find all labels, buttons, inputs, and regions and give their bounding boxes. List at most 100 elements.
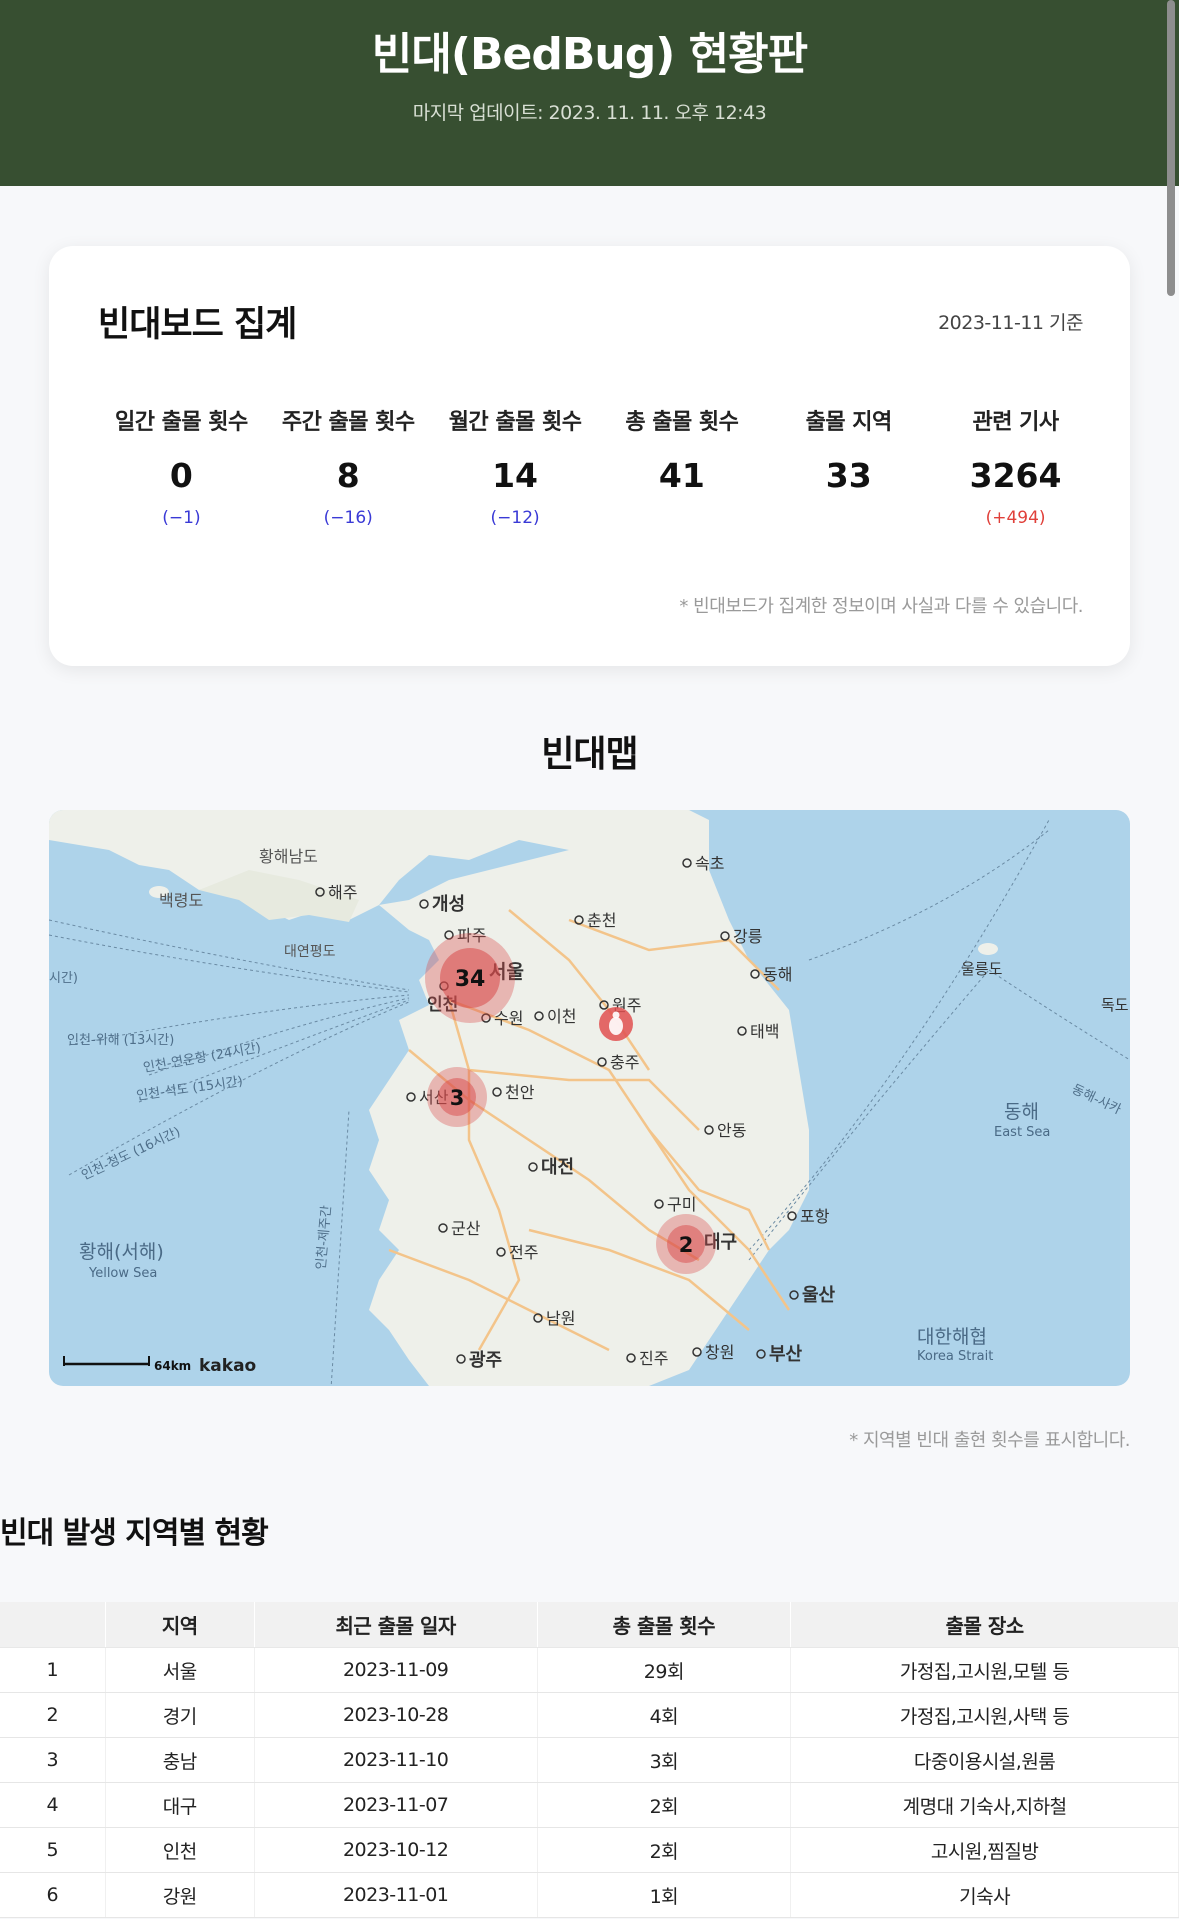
cell-date: 2023-10-12 — [254, 1827, 538, 1873]
stat-label: 총 출몰 횟수 — [625, 410, 739, 435]
cell-place: 기숙사 — [790, 1872, 1179, 1918]
page-header: 빈대(BedBug) 현황판 마지막 업데이트: 2023. 11. 11. 오… — [0, 0, 1179, 186]
svg-text:속초: 속초 — [695, 854, 724, 873]
stat-change — [765, 508, 932, 532]
stat-monthly: 월간 출몰 횟수 14 (−12) — [432, 404, 599, 532]
label-yellow-sea-en: Yellow Sea — [88, 1266, 157, 1281]
cell-index: 2 — [0, 1692, 106, 1738]
label-yellow-sea: 황해(서해) — [79, 1241, 164, 1263]
route-label: 시간) — [49, 971, 78, 986]
stat-label: 관련 기사 — [972, 410, 1059, 435]
board-basis-date: 2023-11-11 기준 — [938, 312, 1083, 334]
stat-articles: 관련 기사 3264 (+494) — [932, 404, 1099, 532]
cell-index: 5 — [0, 1827, 106, 1873]
svg-text:울산: 울산 — [802, 1285, 836, 1306]
cell-place: 계명대 기숙사,지하철 — [790, 1782, 1179, 1828]
stat-label: 일간 출몰 횟수 — [115, 410, 248, 435]
route-label: 인천-위해 (13시간) — [67, 1033, 174, 1048]
cluster-seoul[interactable]: 34 — [425, 933, 515, 1023]
svg-text:이천: 이천 — [547, 1007, 576, 1026]
table-row[interactable]: 2 경기 2023-10-28 4회 가정집,고시원,사택 등 — [0, 1692, 1179, 1738]
stat-label: 출몰 지역 — [805, 410, 893, 435]
summary-card: 빈대보드 집계 2023-11-11 기준 일간 출몰 횟수 0 (−1) 주간… — [49, 246, 1130, 666]
cell-place: 가정집,고시원,모텔 등 — [790, 1647, 1179, 1693]
cell-index: 4 — [0, 1782, 106, 1828]
svg-text:울릉도: 울릉도 — [961, 960, 1003, 978]
cell-region: 충남 — [105, 1737, 255, 1783]
col-header-region[interactable]: 지역 — [105, 1602, 255, 1648]
cell-region: 서울 — [105, 1647, 255, 1693]
label-daeyeonpyeong: 대연평도 — [284, 944, 336, 960]
label-hwanghae: 황해남도 — [259, 847, 318, 866]
col-header-index[interactable] — [0, 1602, 106, 1648]
label-east-sea-en: East Sea — [994, 1125, 1050, 1140]
svg-text:강릉: 강릉 — [733, 927, 762, 946]
map-section-title: 빈대맵 — [541, 734, 638, 775]
label-east-sea: 동해 — [1004, 1101, 1039, 1123]
route-label: 인천-석도 (15시간) — [135, 1074, 243, 1104]
cluster-count: 34 — [455, 967, 486, 992]
col-header-count[interactable]: 총 출몰 횟수 — [537, 1602, 792, 1648]
svg-text:독도: 독도 — [1101, 996, 1129, 1014]
svg-text:대전: 대전 — [541, 1157, 574, 1178]
route-label: 동해-사카 — [1069, 1082, 1123, 1118]
region-table: 지역 최근 출몰 일자 총 출몰 횟수 출몰 장소 1 서울 2023-11-0… — [0, 1602, 1179, 1918]
cell-index: 3 — [0, 1737, 106, 1783]
cell-region: 인천 — [105, 1827, 255, 1873]
stat-value: 3264 — [969, 456, 1062, 495]
svg-text:군산: 군산 — [451, 1219, 481, 1238]
svg-text:진주: 진주 — [639, 1349, 668, 1368]
svg-text:남원: 남원 — [546, 1309, 575, 1328]
cell-count: 2회 — [537, 1827, 792, 1873]
cell-count: 2회 — [537, 1782, 792, 1828]
svg-text:충주: 충주 — [610, 1053, 639, 1072]
table-row[interactable]: 3 충남 2023-11-10 3회 다중이용시설,원룸 — [0, 1737, 1179, 1783]
cluster-seosan[interactable]: 3 — [427, 1067, 487, 1127]
stat-value: 0 — [169, 456, 193, 495]
cell-place: 가정집,고시원,사택 등 — [790, 1692, 1179, 1738]
map-note: * 지역별 빈대 출현 횟수를 표시합니다. — [849, 1430, 1130, 1451]
stat-total: 총 출몰 횟수 41 — [598, 404, 765, 532]
cell-date: 2023-10-28 — [254, 1692, 538, 1738]
stat-change: (+494) — [985, 508, 1046, 528]
table-row[interactable]: 1 서울 2023-11-09 29회 가정집,고시원,모텔 등 — [0, 1647, 1179, 1693]
table-row[interactable]: 4 대구 2023-11-07 2회 계명대 기숙사,지하철 — [0, 1782, 1179, 1828]
table-header-row: 지역 최근 출몰 일자 총 출몰 횟수 출몰 장소 — [0, 1602, 1179, 1648]
bedbug-map[interactable]: 황해남도 백령도 대연평도 황해(서해) Yellow Sea 동해 East … — [49, 810, 1130, 1386]
svg-text:전주: 전주 — [509, 1243, 538, 1262]
cluster-daegu[interactable]: 2 — [656, 1214, 716, 1274]
table-row[interactable]: 5 인천 2023-10-12 2회 고시원,찜질방 — [0, 1827, 1179, 1873]
svg-text:광주: 광주 — [469, 1350, 502, 1371]
label-baengnyeong: 백령도 — [159, 891, 203, 910]
region-table-title: 빈대 발생 지역별 현황 — [0, 1516, 269, 1551]
cell-date: 2023-11-10 — [254, 1737, 538, 1783]
svg-text:개성: 개성 — [432, 894, 465, 915]
cluster-count: 3 — [450, 1086, 465, 1110]
svg-text:해주: 해주 — [328, 883, 357, 902]
cell-date: 2023-11-01 — [254, 1872, 538, 1918]
cell-index: 1 — [0, 1647, 106, 1693]
bedbug-marker-icon[interactable] — [599, 1007, 633, 1041]
svg-text:천안: 천안 — [505, 1083, 535, 1102]
island-ulleung — [978, 943, 998, 955]
stats-row: 일간 출몰 횟수 0 (−1) 주간 출몰 횟수 8 (−16) 월간 출몰 횟… — [98, 404, 1099, 532]
stat-daily: 일간 출몰 횟수 0 (−1) — [98, 404, 265, 532]
svg-text:태백: 태백 — [750, 1022, 779, 1041]
board-title: 빈대보드 집계 — [98, 305, 297, 345]
col-header-date[interactable]: 최근 출몰 일자 — [254, 1602, 538, 1648]
scrollbar[interactable] — [1167, 0, 1175, 296]
col-header-place[interactable]: 출몰 장소 — [790, 1602, 1179, 1648]
svg-text:구미: 구미 — [667, 1195, 696, 1214]
stat-change: (−12) — [490, 508, 540, 528]
stat-value: 8 — [336, 456, 360, 495]
label-korea-strait-en: Korea Strait — [917, 1349, 993, 1364]
stat-value: 33 — [825, 456, 872, 495]
cluster-count: 2 — [679, 1233, 694, 1257]
cell-count: 29회 — [537, 1647, 792, 1693]
cell-index: 6 — [0, 1872, 106, 1918]
page-title: 빈대(BedBug) 현황판 — [371, 29, 808, 80]
map-scale: 64km — [63, 1356, 191, 1373]
city-ulsan: 울산 — [789, 1285, 836, 1306]
svg-text:창원: 창원 — [705, 1343, 734, 1362]
table-row[interactable]: 6 강원 2023-11-01 1회 기숙사 — [0, 1872, 1179, 1918]
